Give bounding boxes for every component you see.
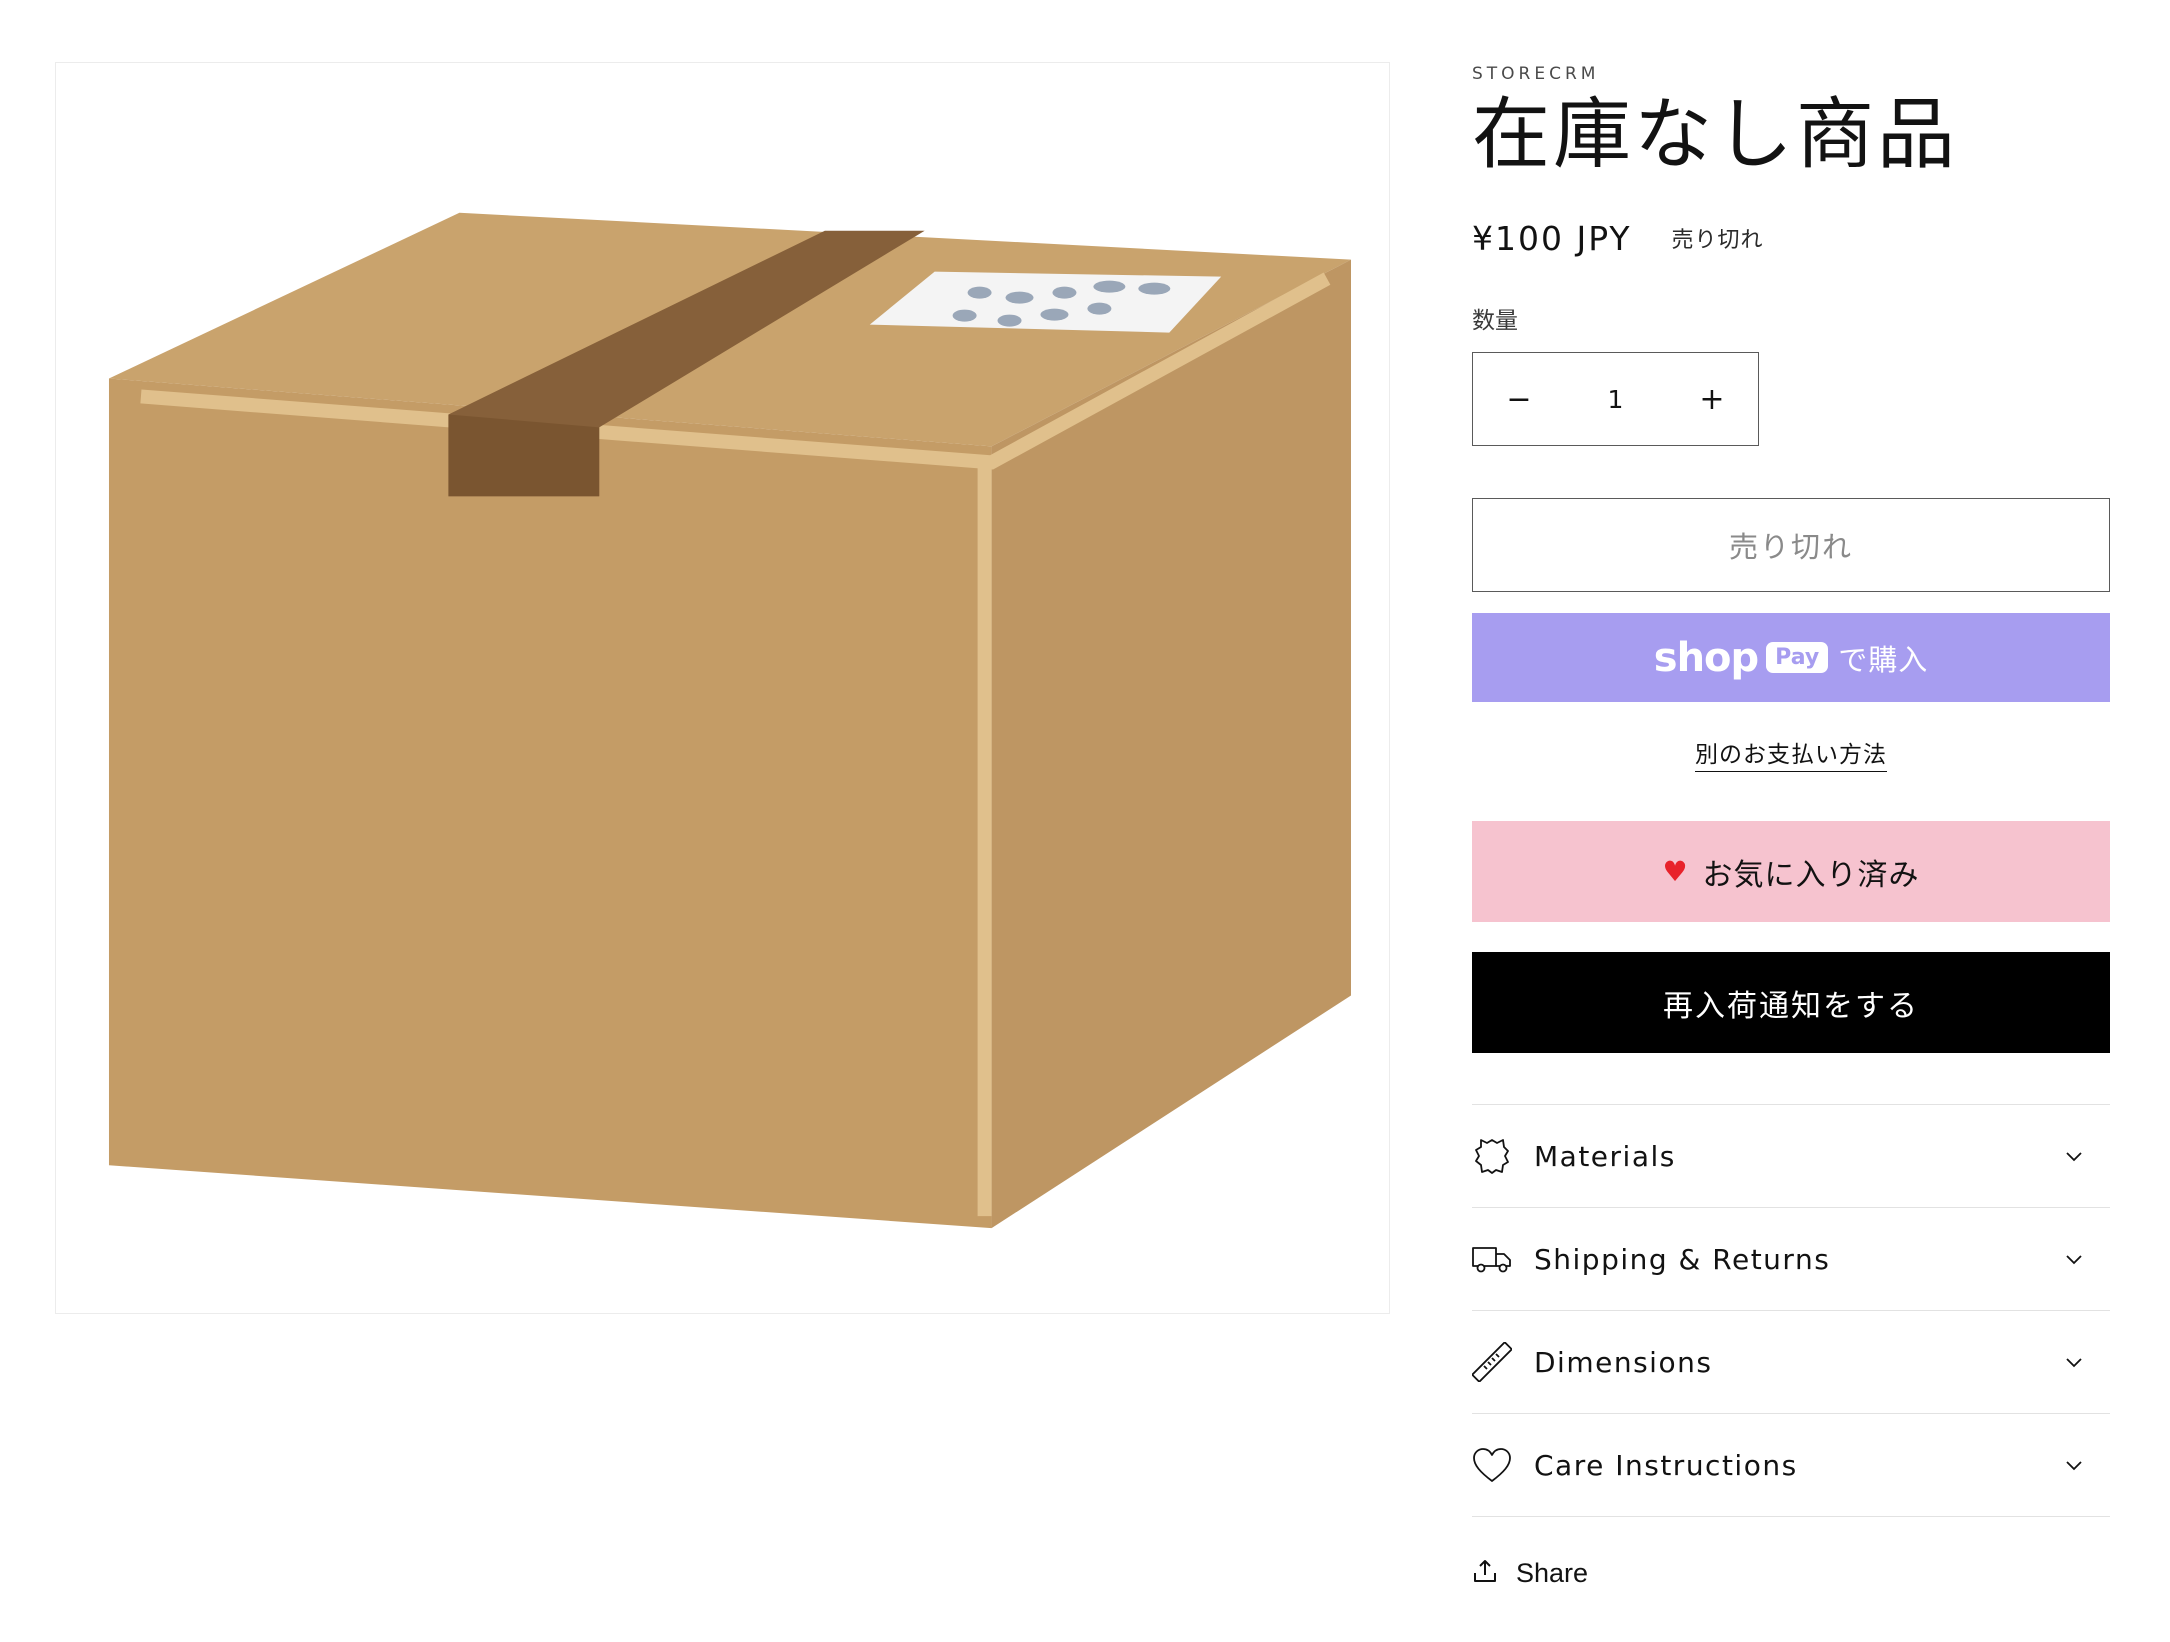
accordion-dimensions[interactable]: Dimensions [1472,1311,2110,1414]
heart-icon: ♥ [1662,855,1689,888]
quantity-decrease-button[interactable]: − [1473,353,1565,445]
shop-pay-button[interactable]: shop Pay で購入 [1472,613,2110,702]
accordion-label: Care Instructions [1534,1448,1798,1482]
heart-outline-icon [1472,1445,1512,1485]
chevron-down-icon [2066,1461,2082,1471]
accordion-label: Materials [1534,1139,1676,1173]
quantity-input[interactable]: 1 [1608,385,1624,414]
accordion-label: Shipping & Returns [1534,1242,1831,1276]
shop-pay-pay-badge: Pay [1766,642,1829,673]
product-accordion: Materials Shipping & Returns Dimensions … [1472,1104,2110,1517]
quantity-stepper: − 1 + [1472,352,1759,446]
shop-pay-logo: shop [1653,634,1759,681]
truck-icon [1472,1239,1512,1279]
sold-out-button[interactable]: 売り切れ [1472,498,2110,592]
accordion-label: Dimensions [1534,1345,1713,1379]
leather-icon [1472,1136,1512,1176]
restock-notify-button[interactable]: 再入荷通知をする [1472,952,2110,1053]
shop-pay-buy-label: で購入 [1838,642,1929,677]
quantity-increase-button[interactable]: + [1666,353,1758,445]
alt-payment-row: 別のお支払い方法 [1472,735,2110,772]
favorite-button[interactable]: ♥ お気に入り済み [1472,821,2110,922]
cardboard-box-illustration [108,212,1351,1229]
vendor-name: STORECRM [1472,64,1600,84]
ruler-icon [1472,1342,1512,1382]
product-title: 在庫なし商品 [1472,90,1959,180]
favorite-label: お気に入り済み [1702,857,1920,893]
share-label: Share [1516,1557,1589,1588]
share-button[interactable]: Share [1472,1553,2110,1593]
product-price: ¥100 JPY [1472,218,1632,258]
price-row: ¥100 JPY 売り切れ [1472,218,2110,258]
accordion-shipping[interactable]: Shipping & Returns [1472,1208,2110,1311]
alt-payment-link[interactable]: 別のお支払い方法 [1695,742,1887,772]
product-info: STORECRM 在庫なし商品 ¥100 JPY 売り切れ 数量 − 1 + 売… [1472,62,2110,1593]
quantity-label: 数量 [1472,308,1518,334]
accordion-materials[interactable]: Materials [1472,1105,2110,1208]
share-icon [1472,1558,1498,1588]
chevron-down-icon [2066,1255,2082,1265]
product-image[interactable] [55,62,1390,1314]
accordion-care[interactable]: Care Instructions [1472,1414,2110,1517]
chevron-down-icon [2066,1358,2082,1368]
chevron-down-icon [2066,1152,2082,1162]
sold-out-badge: 売り切れ [1671,228,1764,253]
